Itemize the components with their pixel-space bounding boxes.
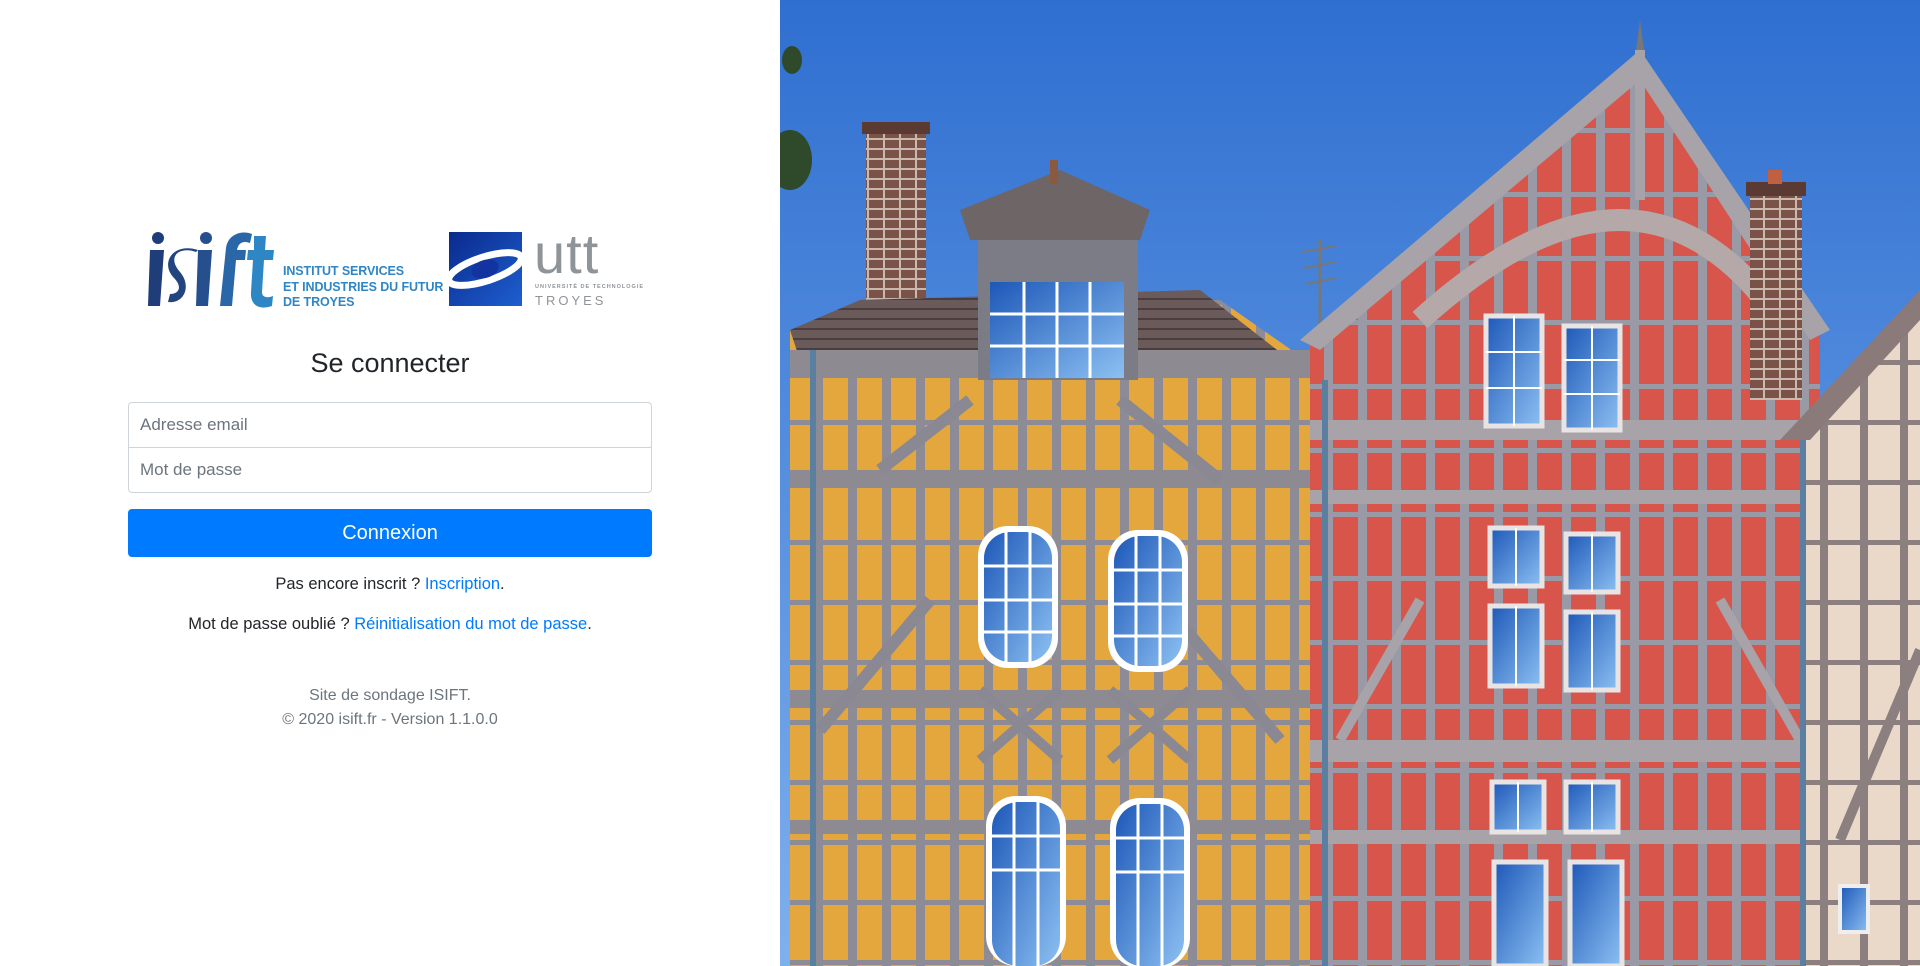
partner-logos: INSTITUT SERVICES ET INDUSTRIES DU FUTUR…	[146, 222, 659, 311]
password-field[interactable]	[128, 447, 652, 493]
login-panel: INSTITUT SERVICES ET INDUSTRIES DU FUTUR…	[0, 0, 780, 966]
register-suffix: .	[500, 575, 505, 593]
reset-password-prompt: Mot de passe oublié ? Réinitialisation d…	[128, 615, 652, 634]
register-link[interactable]: Inscription	[425, 575, 500, 593]
footer-copyright: © 2020 isift.fr - Version 1.1.0.0	[282, 711, 498, 728]
background-photo	[780, 0, 1920, 966]
reset-prompt-text: Mot de passe oublié ?	[188, 615, 355, 633]
footer-site-description: Site de sondage ISIFT.	[309, 687, 471, 704]
isift-caption-line: DE TROYES	[283, 295, 355, 309]
utt-logo: utt UNIVERSITÉ DE TECHNOLOGIE TROYES	[449, 222, 659, 308]
register-prompt: Pas encore inscrit ? Inscription.	[128, 575, 652, 594]
register-prompt-text: Pas encore inscrit ?	[275, 575, 425, 593]
isift-caption-line: INSTITUT SERVICES	[283, 264, 405, 278]
reset-password-link[interactable]: Réinitialisation du mot de passe	[354, 615, 587, 633]
isift-logo-mark	[148, 232, 274, 308]
utt-logo-mark	[449, 232, 522, 306]
isift-caption: INSTITUT SERVICES ET INDUSTRIES DU FUTUR…	[283, 264, 443, 311]
page-title: Se connecter	[310, 348, 470, 378]
isift-caption-line: ET INDUSTRIES DU FUTUR	[283, 279, 444, 294]
reset-suffix: .	[587, 615, 592, 633]
email-field[interactable]	[128, 402, 652, 448]
utt-subtitle: UNIVERSITÉ DE TECHNOLOGIE	[535, 284, 645, 290]
isift-logo: INSTITUT SERVICES ET INDUSTRIES DU FUTUR…	[146, 230, 443, 311]
utt-wordmark: utt	[534, 222, 600, 285]
login-form	[128, 402, 652, 493]
half-timbered-houses-photo	[780, 0, 1920, 966]
login-button[interactable]: Connexion	[128, 509, 652, 557]
utt-city: TROYES	[535, 293, 607, 308]
